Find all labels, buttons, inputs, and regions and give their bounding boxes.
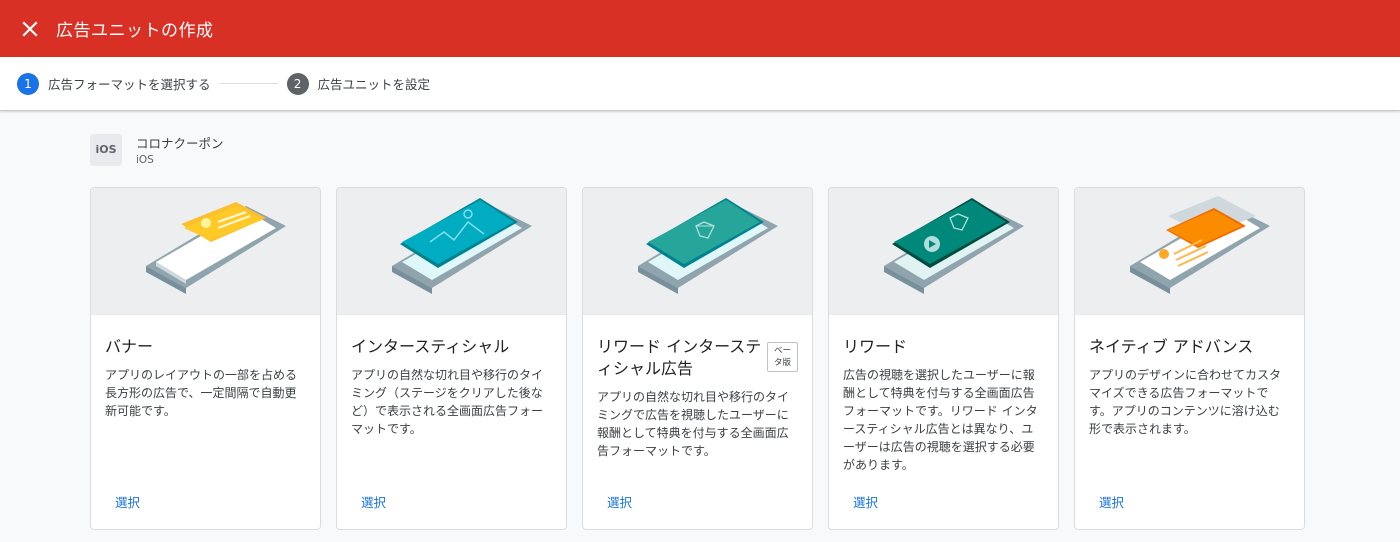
app-info: iOS コロナクーポン iOS: [90, 133, 224, 166]
card-title: ネイティブ アドバンス: [1089, 337, 1254, 356]
page-title: 広告ユニットの作成: [56, 21, 214, 41]
card-rewarded-interstitial[interactable]: リワード インタースティシャル広告 ベータ版 アプリの自然な切れ目や移行のタイミ…: [582, 187, 813, 530]
card-title: バナー: [105, 337, 154, 356]
select-button[interactable]: 選択: [853, 492, 878, 511]
card-description: アプリのデザインに合わせてカスタマイズできる広告フォーマットです。アプリのコンテ…: [1089, 368, 1282, 436]
banner-illustration: [91, 188, 320, 315]
step-2-number: 2: [286, 72, 309, 95]
card-title: リワード: [843, 337, 908, 356]
rewarded-interstitial-illustration: [583, 188, 812, 315]
card-title: インタースティシャル: [351, 337, 510, 356]
interstitial-illustration: [337, 188, 566, 315]
card-description: アプリの自然な切れ目や移行のタイミング（ステージをクリアした後など）で表示される…: [351, 368, 544, 436]
step-1[interactable]: 1 広告フォーマットを選択する: [17, 72, 211, 95]
ios-icon: iOS: [90, 133, 122, 166]
select-button[interactable]: 選択: [607, 492, 632, 511]
step-1-number: 1: [17, 72, 39, 95]
card-interstitial[interactable]: インタースティシャル アプリの自然な切れ目や移行のタイミング（ステージをクリアし…: [336, 187, 567, 530]
select-button[interactable]: 選択: [115, 492, 140, 511]
step-connector: [219, 83, 278, 84]
card-description: アプリのレイアウトの一部を占める長方形の広告で、一定間隔で自動更新可能です。: [105, 368, 298, 418]
app-name: コロナクーポン: [136, 136, 224, 151]
step-1-label: 広告フォーマットを選択する: [48, 77, 211, 92]
app-platform: iOS: [136, 154, 154, 166]
select-button[interactable]: 選択: [361, 492, 386, 511]
select-button[interactable]: 選択: [1099, 492, 1124, 511]
card-rewarded[interactable]: リワード 広告の視聴を選択したユーザーに報酬として特典を付与する全画面広告フォー…: [828, 187, 1059, 530]
close-icon: [22, 20, 38, 37]
card-description: 広告の視聴を選択したユーザーに報酬として特典を付与する全画面広告フォーマットです…: [843, 368, 1038, 472]
card-description: アプリの自然な切れ目や移行のタイミングで広告を視聴したユーザーに報酬として特典を…: [597, 390, 790, 458]
native-illustration: [1075, 188, 1304, 315]
card-banner[interactable]: バナー アプリのレイアウトの一部を占める長方形の広告で、一定間隔で自動更新可能で…: [90, 187, 321, 530]
beta-badge: ベータ版: [767, 342, 798, 372]
card-native-advanced[interactable]: ネイティブ アドバンス アプリのデザインに合わせてカスタマイズできる広告フォーマ…: [1074, 187, 1305, 530]
card-title: リワード インタースティシャル広告: [597, 337, 762, 378]
top-bar: 広告ユニットの作成: [0, 0, 1400, 57]
close-button[interactable]: [16, 15, 44, 43]
ad-format-cards: バナー アプリのレイアウトの一部を占める長方形の広告で、一定間隔で自動更新可能で…: [90, 187, 1305, 530]
rewarded-illustration: [829, 188, 1058, 315]
step-2: 2 広告ユニットを設定: [286, 72, 431, 95]
stepper: 1 広告フォーマットを選択する 2 広告ユニットを設定: [0, 57, 1400, 111]
step-2-label: 広告ユニットを設定: [317, 77, 431, 92]
